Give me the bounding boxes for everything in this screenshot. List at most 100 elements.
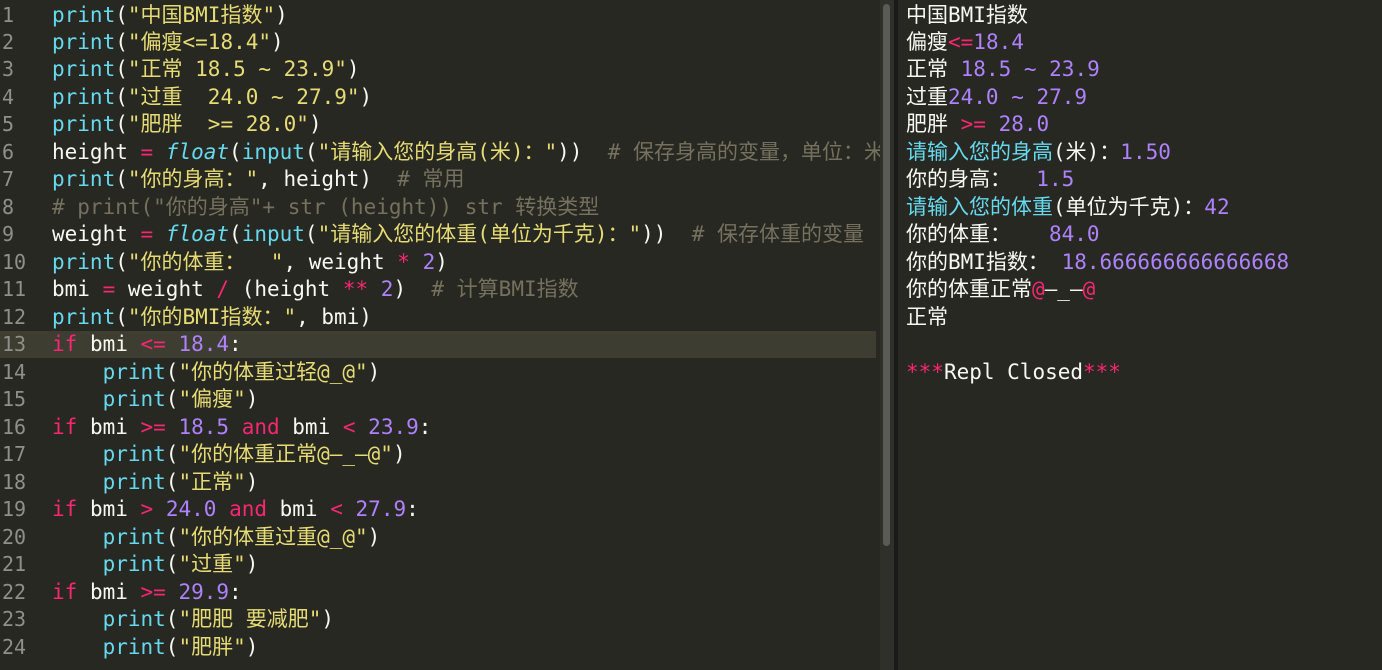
code-line[interactable]: weight = float(input("请输入您的体重(单位为千克)："))… [52,221,864,248]
code-line[interactable]: print("你的体重正常@—_—@") [52,441,406,468]
line-number: 5 [2,112,15,136]
line-number: 1 [2,3,15,27]
output-number: 42 [1204,195,1230,219]
paren: ( [165,635,179,659]
paren: ( [115,3,128,27]
output-text: 你的身高： [906,167,1037,191]
builtin-print: print [52,112,116,136]
editor-scrollbar[interactable] [880,0,894,670]
string-literal: "肥胖 >= 28.0" [127,112,309,136]
code-text: , height) [258,167,372,191]
code-line[interactable]: print("你的BMI指数：", bmi) [52,304,372,331]
code-line[interactable]: print("你的体重过轻@_@") [52,359,381,386]
repl-line: 过重24.0 ~ 27.9 [906,84,1087,111]
code-line[interactable]: print("过重 24.0 ~ 27.9") [52,84,372,111]
operator: = [140,222,154,246]
paren: ) [245,552,259,576]
code-line[interactable]: if bmi > 24.0 and bmi < 27.9: [52,496,419,523]
output-text: >= [960,112,986,136]
paren: ) [245,635,259,659]
repl-line: 你的身高： 1.5 [906,166,1074,193]
comment: # print("你的身高"+ str (height)) str 转换类型 [52,195,600,219]
builtin-type: float [165,140,230,164]
code-text: , bmi) [296,305,372,329]
output-text: 偏瘦 [906,30,948,54]
code-text: bmi [77,332,141,356]
paren: ( [115,305,128,329]
string-literal: "偏瘦" [178,387,246,411]
line-number: 10 [2,250,27,274]
code-text: bmi [77,580,141,604]
code-text: bmi [77,415,141,439]
code-line[interactable]: print("肥肥 要减肥") [52,606,334,633]
output-text: 正常 [906,305,948,329]
line-number: 2 [2,30,15,54]
code-line[interactable]: print("肥胖 >= 28.0") [52,111,322,138]
code-line[interactable]: bmi = weight / (height ** 2) # 计算BMI指数 [52,276,579,303]
number-literal: 27.9 [355,497,407,521]
line-number: 22 [2,580,27,604]
number-literal: 18.5 [178,415,230,439]
output-number: 18.5 ~ 23.9 [960,57,1100,81]
code-line[interactable]: print("你的体重： ", weight * 2) [52,249,448,276]
code-line[interactable]: # print("你的身高"+ str (height)) str 转换类型 [52,194,599,221]
code-line[interactable]: print("肥胖") [52,634,259,661]
colon: : [229,580,242,604]
comment: # 保存体重的变量 [666,222,865,246]
string-literal: "你的体重： " [127,250,284,274]
code-line[interactable]: print("你的身高：", height) # 常用 [52,166,465,193]
output-text: 正常 [906,57,961,81]
code-line[interactable]: if bmi >= 18.5 and bmi < 23.9: [52,414,431,441]
code-text: bmi [77,497,141,521]
paren: ( [165,552,179,576]
operator: < [342,415,356,439]
builtin-print: print [52,30,116,54]
code-line[interactable]: print("偏瘦") [52,386,259,413]
output-text: @ [1032,277,1045,301]
code-line[interactable]: if bmi >= 29.9: [52,579,242,606]
line-number: 11 [2,277,27,301]
string-literal: "请输入您的体重(单位为千克)：" [317,222,642,246]
code-line[interactable]: print("中国BMI指数") [52,2,288,29]
paren: ( [165,387,179,411]
repl-output-pane[interactable]: 中国BMI指数 偏瘦<=18.4 正常 18.5 ~ 23.9 过重24.0 ~… [898,0,1382,670]
line-number: 19 [2,497,27,521]
string-literal: "正常" [178,470,246,494]
string-literal: "请输入您的身高(米)：" [317,140,558,164]
code-line[interactable]: height = float(input("请输入您的身高(米)：")) # 保… [52,139,880,166]
code-line[interactable]: print("过重") [52,551,259,578]
number-literal: 2 [422,250,436,274]
comment: # 计算BMI指数 [406,277,579,301]
builtin-print: print [102,442,166,466]
repl-closed-text: Repl Closed [943,360,1084,384]
code-line-current[interactable]: if bmi <= 18.4: [44,331,876,358]
string-literal: "你的身高：" [127,167,259,191]
line-number: 24 [2,635,27,659]
variable: weight [52,222,141,246]
code-line[interactable]: print("你的体重过重@_@") [52,524,381,551]
code-editor[interactable]: 1 2 3 4 5 6 7 8 9 10 11 12 13 14 15 16 1… [0,0,880,670]
code-line[interactable]: print("偏瘦<=18.4") [52,29,284,56]
builtin-print: print [52,167,116,191]
code-text: bmi [267,497,331,521]
code-line[interactable]: print("正常 18.5 ~ 23.9") [52,56,360,83]
repl-line: 你的BMI指数： 18.666666666666668 [906,249,1289,276]
builtin-print: print [52,85,116,109]
output-text: 中国BMI指数 [906,3,1028,27]
repl-line: 正常 [906,304,948,331]
operator: > [140,497,154,521]
paren: ( [229,140,242,164]
line-number: 14 [2,360,27,384]
scrollbar-thumb[interactable] [883,4,890,546]
string-literal: "正常 18.5 ~ 23.9" [127,57,347,81]
operator: / [216,277,230,301]
code-line[interactable]: print("正常") [52,469,259,496]
